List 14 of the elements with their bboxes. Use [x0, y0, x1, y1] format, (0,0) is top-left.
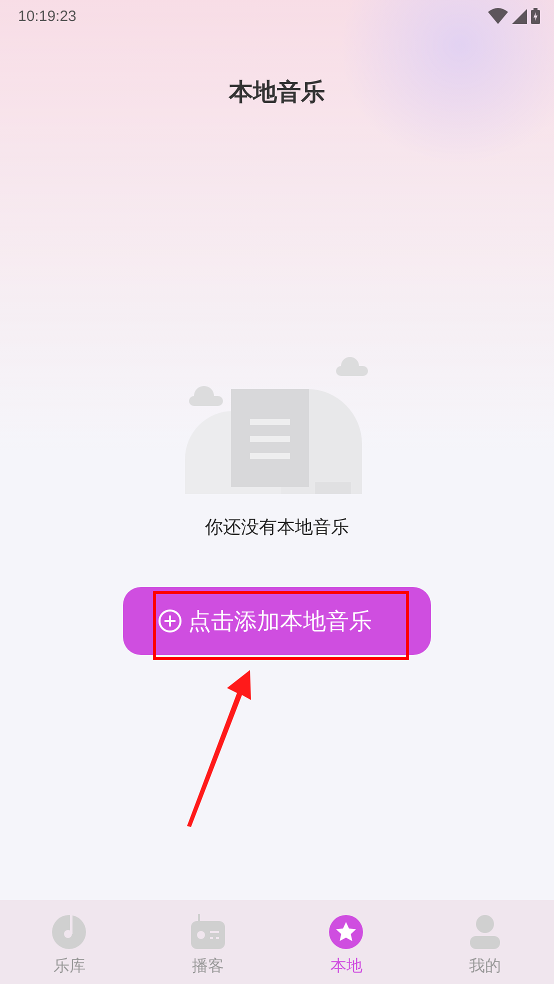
music-disc-icon [51, 914, 88, 950]
tab-item[interactable]: 本地 [277, 900, 416, 984]
tab-item[interactable]: 播客 [138, 900, 277, 984]
tab-item[interactable]: 乐库 [0, 900, 138, 984]
status-time: 10:19:23 [18, 8, 76, 24]
page-title: 本地音乐 [229, 77, 325, 108]
add-local-music-button[interactable]: 点击添加本地音乐 [123, 587, 431, 655]
battery-icon [531, 8, 540, 24]
empty-message: 你还没有本地音乐 [205, 516, 349, 539]
radio-icon [190, 914, 226, 950]
tab-item[interactable]: 我的 [416, 900, 554, 984]
wifi-icon [488, 8, 508, 24]
signal-icon [512, 8, 527, 24]
plus-circle-icon [158, 609, 182, 633]
